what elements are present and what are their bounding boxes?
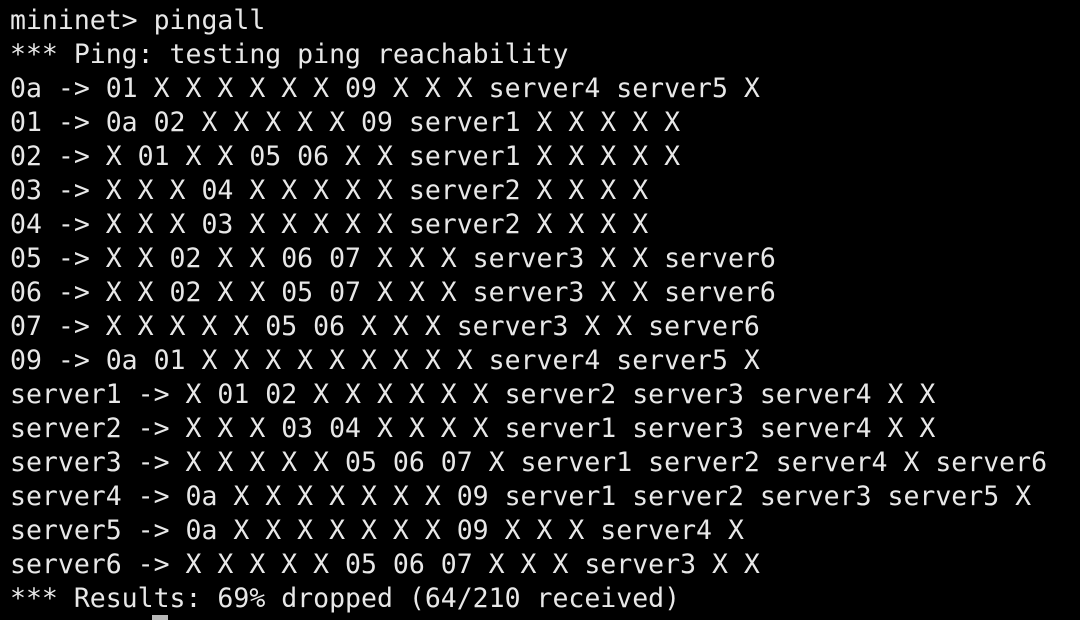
ping-result-row: 01 -> 0a 02 X X X X X 09 server1 X X X X… xyxy=(10,107,681,138)
ping-result-row: server5 -> 0a X X X X X X X 09 X X X ser… xyxy=(10,515,744,546)
terminal-window[interactable]: mininet> pingall *** Ping: testing ping … xyxy=(0,0,1080,620)
ping-result-row: 05 -> X X 02 X X 06 07 X X X server3 X X… xyxy=(10,243,776,274)
ping-result-row: 06 -> X X 02 X X 05 07 X X X server3 X X… xyxy=(10,277,776,308)
ping-result-row: server2 -> X X X 03 04 X X X X server1 s… xyxy=(10,413,936,444)
text-cursor xyxy=(152,615,168,620)
ping-result-row: server3 -> X X X X X 05 06 07 X server1 … xyxy=(10,447,1048,478)
ping-result-row: 07 -> X X X X X 05 06 X X X server3 X X … xyxy=(10,311,760,342)
ping-result-row: server4 -> 0a X X X X X X X 09 server1 s… xyxy=(10,481,1032,512)
ping-result-row: 02 -> X 01 X X 05 06 X X server1 X X X X… xyxy=(10,141,681,172)
ping-result-row: server6 -> X X X X X 05 06 07 X X X serv… xyxy=(10,549,760,580)
ping-header-line: *** Ping: testing ping reachability xyxy=(10,39,569,70)
ping-result-row: 03 -> X X X 04 X X X X X server2 X X X X xyxy=(10,175,649,206)
ping-result-row: 04 -> X X X 03 X X X X X server2 X X X X xyxy=(10,209,649,240)
ping-result-row: 09 -> 0a 01 X X X X X X X X X server4 se… xyxy=(10,345,760,376)
ping-result-row: server1 -> X 01 02 X X X X X X server2 s… xyxy=(10,379,936,410)
ping-summary-line: *** Results: 69% dropped (64/210 receive… xyxy=(10,583,681,614)
command-prompt-line: mininet> pingall xyxy=(10,5,266,36)
ping-result-row: 0a -> 01 X X X X X X 09 X X X server4 se… xyxy=(10,73,760,104)
